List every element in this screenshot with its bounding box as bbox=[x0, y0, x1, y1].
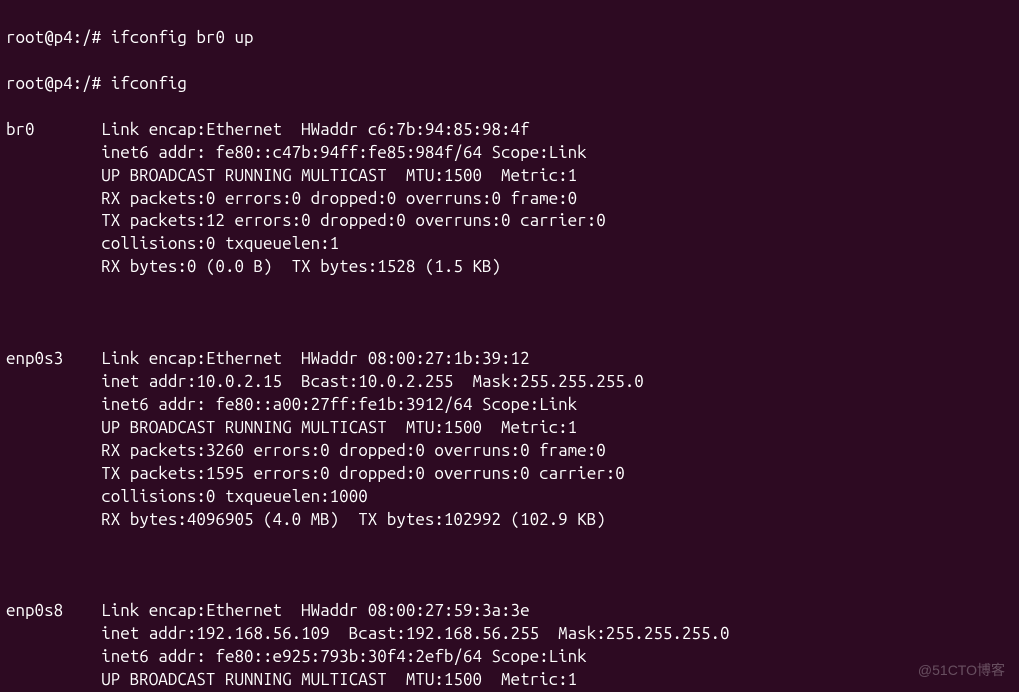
iface-block-br0: br0Link encap:Ethernet HWaddr c6:7b:94:8… bbox=[6, 119, 1013, 280]
iface-line: inet addr:192.168.56.109 Bcast:192.168.5… bbox=[101, 624, 729, 643]
iface-line: collisions:0 txqueuelen:1 bbox=[101, 234, 339, 253]
prompt-line-2: root@p4:/# ifconfig bbox=[6, 73, 1013, 96]
iface-line: inet addr:10.0.2.15 Bcast:10.0.2.255 Mas… bbox=[101, 372, 644, 391]
iface-block-enp0s8: enp0s8Link encap:Ethernet HWaddr 08:00:2… bbox=[6, 600, 1013, 692]
iface-line: UP BROADCAST RUNNING MULTICAST MTU:1500 … bbox=[101, 418, 577, 437]
iface-details: Link encap:Ethernet HWaddr 08:00:27:59:3… bbox=[101, 600, 729, 692]
terminal-output[interactable]: root@p4:/# ifconfig br0 up root@p4:/# if… bbox=[0, 0, 1019, 692]
command-1: ifconfig br0 up bbox=[111, 28, 254, 47]
prompt: root@p4:/# bbox=[6, 74, 101, 93]
iface-name: enp0s3 bbox=[6, 348, 101, 371]
iface-line: RX packets:0 errors:0 dropped:0 overruns… bbox=[101, 189, 577, 208]
iface-details: Link encap:Ethernet HWaddr c6:7b:94:85:9… bbox=[101, 119, 606, 280]
iface-line: UP BROADCAST RUNNING MULTICAST MTU:1500 … bbox=[101, 670, 577, 689]
iface-details: Link encap:Ethernet HWaddr 08:00:27:1b:3… bbox=[101, 348, 644, 532]
iface-line: Link encap:Ethernet HWaddr c6:7b:94:85:9… bbox=[101, 120, 529, 139]
iface-line: TX packets:12 errors:0 dropped:0 overrun… bbox=[101, 211, 606, 230]
iface-line: RX bytes:0 (0.0 B) TX bytes:1528 (1.5 KB… bbox=[101, 257, 501, 276]
iface-line: collisions:0 txqueuelen:1000 bbox=[101, 487, 368, 506]
blank-line bbox=[6, 555, 1013, 578]
iface-block-enp0s3: enp0s3Link encap:Ethernet HWaddr 08:00:2… bbox=[6, 348, 1013, 532]
command-2: ifconfig bbox=[111, 74, 187, 93]
iface-name: br0 bbox=[6, 119, 101, 142]
iface-line: inet6 addr: fe80::c47b:94ff:fe85:984f/64… bbox=[101, 143, 587, 162]
iface-name: enp0s8 bbox=[6, 600, 101, 623]
prompt: root@p4:/# bbox=[6, 28, 101, 47]
iface-line: TX packets:1595 errors:0 dropped:0 overr… bbox=[101, 464, 625, 483]
iface-line: Link encap:Ethernet HWaddr 08:00:27:59:3… bbox=[101, 601, 529, 620]
iface-line: inet6 addr: fe80::e925:793b:30f4:2efb/64… bbox=[101, 647, 587, 666]
iface-line: UP BROADCAST RUNNING MULTICAST MTU:1500 … bbox=[101, 166, 577, 185]
blank-line bbox=[6, 302, 1013, 325]
iface-line: inet6 addr: fe80::a00:27ff:fe1b:3912/64 … bbox=[101, 395, 577, 414]
watermark: @51CTO博客 bbox=[918, 661, 1005, 680]
iface-line: RX bytes:4096905 (4.0 MB) TX bytes:10299… bbox=[101, 510, 606, 529]
iface-line: RX packets:3260 errors:0 dropped:0 overr… bbox=[101, 441, 606, 460]
prompt-line-1: root@p4:/# ifconfig br0 up bbox=[6, 27, 1013, 50]
iface-line: Link encap:Ethernet HWaddr 08:00:27:1b:3… bbox=[101, 349, 529, 368]
